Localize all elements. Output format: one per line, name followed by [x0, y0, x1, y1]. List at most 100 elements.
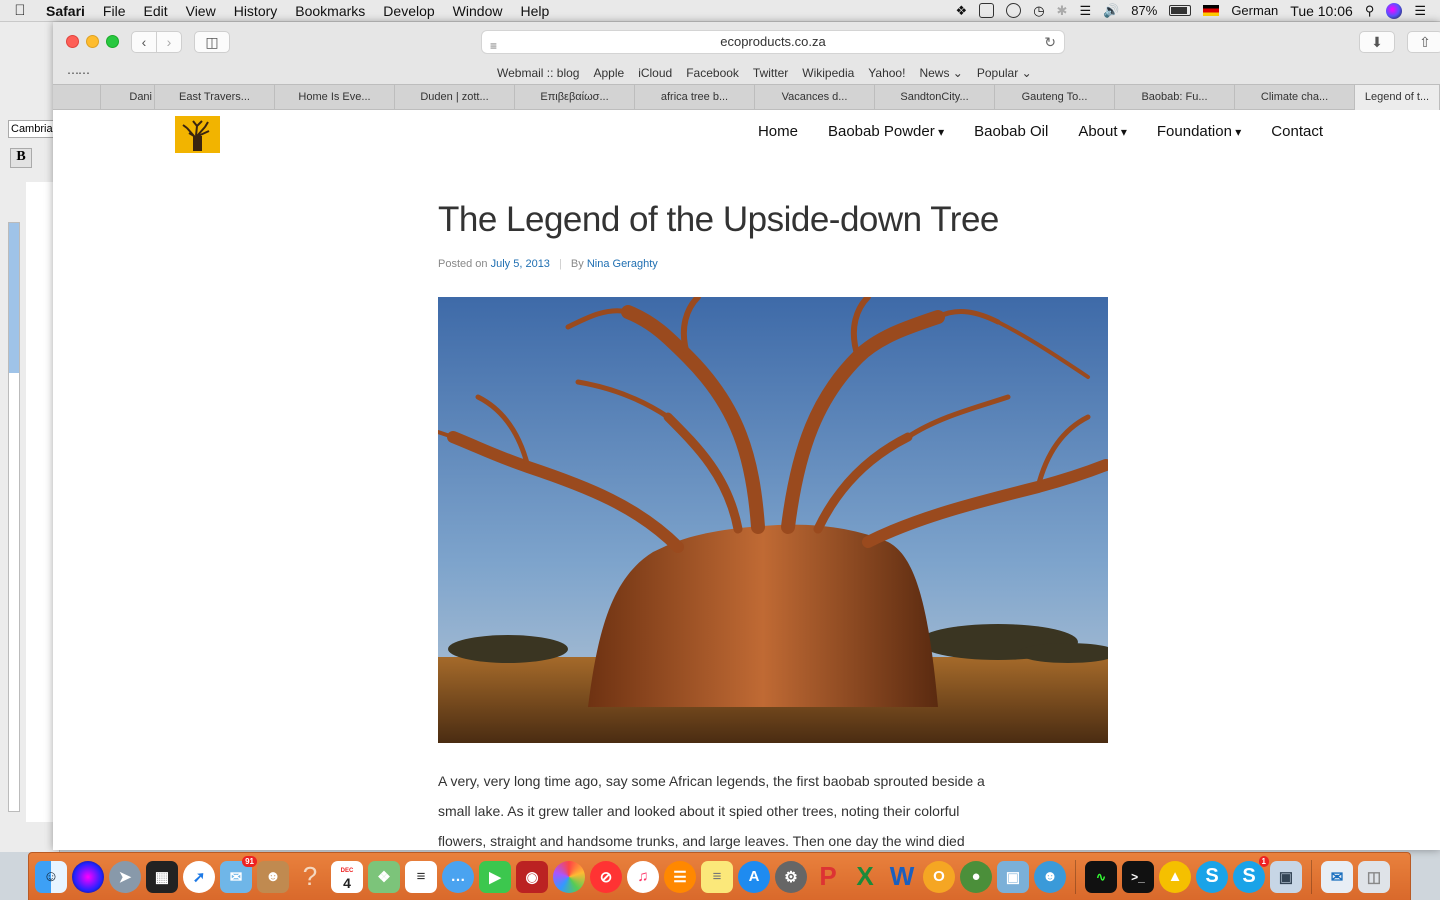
forward-button[interactable]: ›	[156, 31, 182, 53]
safari-icon[interactable]: ➚	[183, 860, 215, 893]
favorite-folder-news[interactable]: News ⌄	[919, 66, 962, 80]
german-flag-icon[interactable]	[1203, 5, 1220, 16]
image-capture-icon[interactable]: ▣	[1270, 860, 1302, 893]
powerpoint-icon[interactable]: P	[812, 861, 844, 893]
menu-edit[interactable]: Edit	[134, 3, 176, 19]
menu-develop[interactable]: Develop	[374, 3, 443, 19]
tab[interactable]: Baobab: Fu...	[1115, 85, 1235, 110]
nav-baobab-oil[interactable]: Baobab Oil	[974, 123, 1048, 140]
downloads-icon[interactable]: ✉	[1321, 860, 1353, 893]
post-date-link[interactable]: July 5, 2013	[491, 258, 550, 270]
tab[interactable]: Επιβεβαίωσ...	[515, 85, 635, 110]
menu-file[interactable]: File	[94, 3, 135, 19]
bluetooth-icon[interactable]: ✱	[1057, 3, 1068, 19]
bold-button[interactable]: B	[10, 148, 32, 168]
photos-icon[interactable]	[553, 860, 585, 893]
tab[interactable]: Dani	[101, 85, 155, 110]
facetime-icon[interactable]: ▶	[479, 860, 511, 893]
dropbox-icon[interactable]: ❖	[956, 3, 968, 19]
author-link[interactable]: Nina Geraghty	[587, 258, 658, 270]
nav-foundation[interactable]: Foundation	[1157, 123, 1241, 140]
preview-icon[interactable]: ▣	[997, 860, 1029, 893]
tab[interactable]: Duden | zott...	[395, 85, 515, 110]
vlc-icon[interactable]: O	[923, 860, 955, 893]
downloads-button[interactable]: ⬇	[1359, 31, 1395, 53]
nav-baobab-powder[interactable]: Baobab Powder	[828, 123, 944, 140]
reader-view-icon[interactable]: ≡	[490, 35, 497, 57]
favorite-link[interactable]: Apple	[593, 66, 624, 80]
clock[interactable]: Tue 10:06	[1290, 3, 1353, 19]
pinned-tab[interactable]	[53, 85, 101, 110]
sidebar-toggle-button[interactable]: ◫	[194, 31, 230, 53]
favorite-link[interactable]: Twitter	[753, 66, 788, 80]
top-sites-grid-icon[interactable]: ⋯⋯	[67, 66, 90, 80]
menu-help[interactable]: Help	[511, 3, 558, 19]
address-bar[interactable]: ≡ ecoproducts.co.za ↻	[481, 30, 1065, 54]
siri-icon[interactable]	[72, 860, 104, 893]
favorite-link[interactable]: iCloud	[638, 66, 672, 80]
tab[interactable]: Climate cha...	[1235, 85, 1355, 110]
terminal-icon[interactable]: >_	[1122, 860, 1154, 893]
ibooks-icon[interactable]: ☰	[664, 860, 696, 893]
tab[interactable]: africa tree b...	[635, 85, 755, 110]
system-preferences-icon[interactable]: ⚙	[775, 860, 807, 893]
network-icon[interactable]: ●	[960, 860, 992, 893]
share-button[interactable]: ⇧	[1407, 31, 1440, 53]
reminders-icon[interactable]: ≡	[405, 860, 437, 893]
contacts-icon[interactable]: ☻	[257, 860, 289, 893]
battery-icon[interactable]	[1169, 5, 1192, 16]
favorite-folder-popular[interactable]: Popular ⌄	[977, 66, 1032, 80]
input-language[interactable]: German	[1231, 3, 1278, 18]
finder-icon[interactable]: ☺	[35, 860, 67, 893]
tab[interactable]: East Travers...	[155, 85, 275, 110]
zoom-window-button[interactable]	[106, 35, 119, 48]
minimize-window-button[interactable]	[86, 35, 99, 48]
reload-icon[interactable]: ↻	[1044, 31, 1056, 53]
menu-window[interactable]: Window	[444, 3, 512, 19]
word-icon[interactable]: W	[886, 861, 918, 893]
photo-booth-icon[interactable]: ◉	[516, 860, 548, 893]
battery-percent[interactable]: 87%	[1131, 3, 1157, 18]
trash-icon[interactable]: ◫	[1358, 860, 1390, 893]
close-window-button[interactable]	[66, 35, 79, 48]
time-machine-icon[interactable]: ◷	[1033, 3, 1044, 19]
favorite-link[interactable]: Yahoo!	[868, 66, 905, 80]
menu-history[interactable]: History	[225, 3, 287, 19]
calendar-icon[interactable]: DEC 4	[331, 860, 363, 893]
tab[interactable]: Home Is Eve...	[275, 85, 395, 110]
nav-home[interactable]: Home	[758, 123, 798, 140]
font-name-box[interactable]: Cambria	[8, 120, 58, 138]
tab-active[interactable]: Legend of t...	[1355, 85, 1440, 110]
mail-icon[interactable]: ✉ 91	[220, 855, 257, 893]
checklist-icon[interactable]	[979, 3, 995, 18]
tab[interactable]: Vacances d...	[755, 85, 875, 110]
notes-icon[interactable]: ≡	[701, 860, 733, 893]
nav-about[interactable]: About	[1078, 123, 1127, 140]
menu-view[interactable]: View	[177, 3, 225, 19]
app-store-icon[interactable]: A	[738, 860, 770, 893]
wifi-icon[interactable]: ☰	[1079, 3, 1091, 19]
site-logo[interactable]	[175, 116, 220, 153]
help-icon[interactable]: ?	[294, 861, 326, 893]
favorite-link[interactable]: Webmail :: blog	[497, 66, 579, 80]
apple-menu-icon[interactable]: 	[0, 2, 40, 19]
messages-icon[interactable]: …	[442, 860, 474, 893]
siri-icon[interactable]	[1386, 2, 1403, 19]
tab[interactable]: SandtonCity...	[875, 85, 995, 110]
notification-center-icon[interactable]: ☰	[1414, 3, 1426, 19]
maps-icon[interactable]: ❖	[368, 860, 400, 893]
news-icon[interactable]: ⊘	[590, 860, 622, 893]
favorite-link[interactable]: Facebook	[686, 66, 739, 80]
volume-icon[interactable]: 🔊	[1103, 3, 1119, 19]
skype-alt-icon[interactable]: S1	[1233, 855, 1269, 893]
back-button[interactable]: ‹	[131, 31, 157, 53]
excel-icon[interactable]: X	[849, 861, 881, 893]
activity-monitor-icon[interactable]: ∿	[1085, 860, 1117, 893]
messenger-icon[interactable]: ☻	[1034, 860, 1066, 893]
vpn-icon[interactable]: ▲	[1159, 860, 1191, 893]
mission-control-icon[interactable]: ▦	[146, 860, 178, 893]
status-circle-icon[interactable]	[1006, 3, 1022, 18]
tab[interactable]: Gauteng To...	[995, 85, 1115, 110]
menu-bookmarks[interactable]: Bookmarks	[286, 3, 374, 19]
nav-contact[interactable]: Contact	[1271, 123, 1323, 140]
